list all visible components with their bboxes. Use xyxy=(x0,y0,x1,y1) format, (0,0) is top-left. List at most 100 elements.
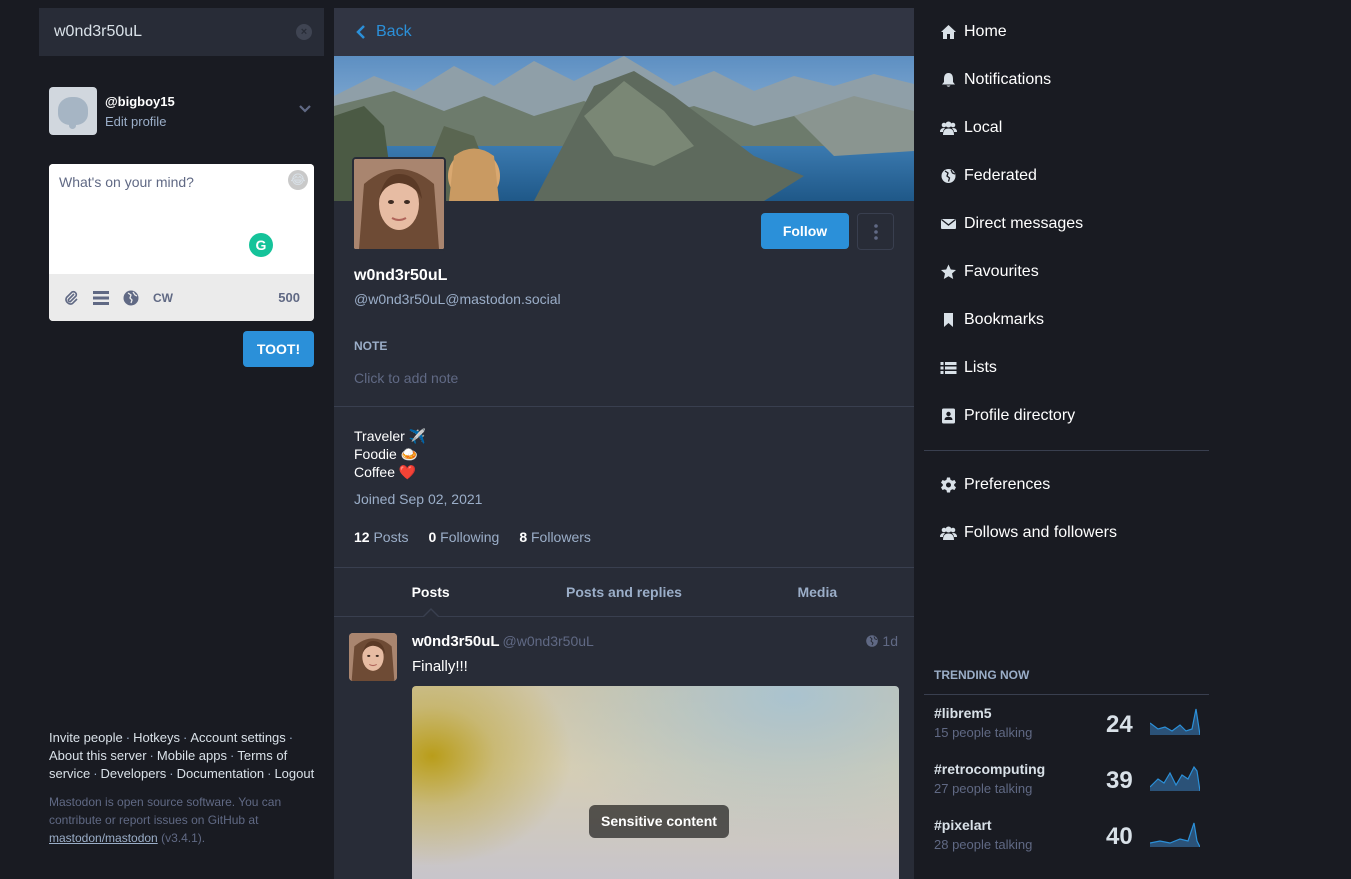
count-number: 0 xyxy=(428,529,437,545)
tab-media[interactable]: Media xyxy=(721,568,914,616)
tab-posts[interactable]: Posts xyxy=(334,568,527,618)
trending-title: TRENDING NOW xyxy=(924,668,1209,695)
footer-about: Mastodon is open source software. You ca… xyxy=(49,793,314,847)
sensitive-content-button[interactable]: Sensitive content xyxy=(589,805,729,838)
nav-label: Direct messages xyxy=(964,215,1084,232)
hotkeys-link[interactable]: Hotkeys xyxy=(133,730,180,745)
avatar[interactable] xyxy=(49,87,97,135)
count-number: 8 xyxy=(519,529,528,545)
nav-favourites[interactable]: Favourites xyxy=(924,248,1209,296)
profile-acct: @w0nd3r50uL@mastodon.social xyxy=(354,291,561,307)
count-number: 12 xyxy=(354,529,370,545)
users-icon xyxy=(940,526,957,540)
ellipsis-vertical-icon xyxy=(873,223,878,240)
trend-count: 39 xyxy=(1106,767,1133,794)
status-avatar[interactable] xyxy=(349,633,397,681)
poll-icon[interactable] xyxy=(93,290,109,306)
about-server-link[interactable]: About this server xyxy=(49,748,147,763)
status-acct: @w0nd3r50uL xyxy=(502,633,594,649)
envelope-icon xyxy=(941,218,956,229)
nav-label: Federated xyxy=(964,167,1037,184)
sparkline xyxy=(1150,765,1200,791)
nav-label: Favourites xyxy=(964,263,1039,280)
following-count-link[interactable]: 0 Following xyxy=(428,529,499,545)
divider xyxy=(334,406,914,407)
star-icon xyxy=(941,264,956,279)
bookmark-icon xyxy=(944,313,953,327)
profile-tabs: Posts Posts and replies Media xyxy=(334,567,914,618)
more-options-button[interactable] xyxy=(857,213,894,250)
nav-label: Follows and followers xyxy=(964,524,1117,541)
bio-line: Traveler ✈️ xyxy=(354,428,427,444)
account-settings-link[interactable]: Account settings xyxy=(190,730,285,745)
search-input[interactable] xyxy=(39,8,296,56)
nav-label: Home xyxy=(964,23,1007,40)
search-box: × xyxy=(39,8,324,56)
nav-home[interactable]: Home xyxy=(924,8,1209,56)
grammarly-icon[interactable]: G xyxy=(249,233,273,257)
account-handle: @bigboy15 xyxy=(105,93,175,109)
followers-count-link[interactable]: 8 Followers xyxy=(519,529,591,545)
profile-display-name: w0nd3r50uL xyxy=(354,267,448,284)
footer-links: Invite people · Hotkeys · Account settings · … xyxy=(49,730,315,781)
nav-profile-directory[interactable]: Profile directory xyxy=(924,392,1209,440)
back-button[interactable]: Back xyxy=(354,23,412,41)
content-warning-button[interactable]: CW xyxy=(153,291,173,305)
trend-item[interactable]: #retrocomputing 27 people talking 39 xyxy=(924,751,1209,807)
nav-local[interactable]: Local xyxy=(924,104,1209,152)
logout-link[interactable]: Logout xyxy=(274,766,314,781)
developers-link[interactable]: Developers xyxy=(101,766,167,781)
status-item[interactable]: w0nd3r50uL @w0nd3r50uL 1d Finally!!! Sens… xyxy=(334,618,914,879)
nav-lists[interactable]: Lists xyxy=(924,344,1209,392)
sparkline xyxy=(1150,822,1200,847)
status-author[interactable]: w0nd3r50uL @w0nd3r50uL xyxy=(412,633,594,650)
status-time[interactable]: 1d xyxy=(882,633,898,649)
globe-icon xyxy=(866,635,879,647)
column-header: Back xyxy=(334,8,914,56)
globe-icon[interactable] xyxy=(123,290,139,306)
documentation-link[interactable]: Documentation xyxy=(177,766,264,781)
follow-button[interactable]: Follow xyxy=(761,213,849,249)
nav-preferences[interactable]: Preferences xyxy=(924,461,1209,509)
trend-item[interactable]: #librem5 15 people talking 24 xyxy=(924,695,1209,751)
sparkline xyxy=(1150,708,1200,735)
about-text: Mastodon is open source software. You ca… xyxy=(49,795,282,827)
posts-count-link[interactable]: 12 Posts xyxy=(354,529,408,545)
globe-icon xyxy=(941,169,956,183)
nav-notifications[interactable]: Notifications xyxy=(924,56,1209,104)
clear-search-icon[interactable]: × xyxy=(296,24,312,40)
bell-icon xyxy=(942,73,955,87)
account-info: @bigboy15 Edit profile xyxy=(105,94,175,129)
nav-label: Profile directory xyxy=(964,407,1076,424)
toot-button[interactable]: TOOT! xyxy=(243,331,314,367)
note-input[interactable]: Click to add note xyxy=(354,370,458,386)
tab-posts-and-replies[interactable]: Posts and replies xyxy=(527,568,720,616)
chevron-down-icon[interactable] xyxy=(298,102,312,119)
nav-label: Preferences xyxy=(964,476,1051,493)
primary-nav: Home Notifications Local Federated Direc… xyxy=(924,8,1209,440)
nav-follows-and-followers[interactable]: Follows and followers xyxy=(924,509,1209,557)
nav-federated[interactable]: Federated xyxy=(924,152,1209,200)
character-counter: 500 xyxy=(278,290,300,305)
paperclip-icon[interactable] xyxy=(63,290,79,306)
nav-direct-messages[interactable]: Direct messages xyxy=(924,200,1209,248)
profile-avatar[interactable] xyxy=(352,157,446,251)
nav-label: Lists xyxy=(964,359,997,376)
github-link[interactable]: mastodon/mastodon xyxy=(49,831,158,845)
status-display-name: w0nd3r50uL xyxy=(412,633,500,650)
edit-profile-link[interactable]: Edit profile xyxy=(105,114,175,129)
back-label: Back xyxy=(376,23,412,40)
nav-bookmarks[interactable]: Bookmarks xyxy=(924,296,1209,344)
media-gallery[interactable]: Sensitive content xyxy=(412,686,899,879)
trend-count: 40 xyxy=(1106,823,1133,850)
compose-textarea[interactable] xyxy=(49,164,314,274)
nav-label: Bookmarks xyxy=(964,311,1045,328)
invite-people-link[interactable]: Invite people xyxy=(49,730,123,745)
emoji-picker-icon[interactable]: 😂 xyxy=(288,170,308,190)
trend-item[interactable]: #pixelart 28 people talking 40 xyxy=(924,807,1209,863)
count-label: Following xyxy=(440,529,500,545)
navigation-column: Home Notifications Local Federated Direc… xyxy=(924,8,1209,879)
address-book-icon xyxy=(942,408,955,424)
users-icon xyxy=(940,121,957,135)
mobile-apps-link[interactable]: Mobile apps xyxy=(157,748,227,763)
